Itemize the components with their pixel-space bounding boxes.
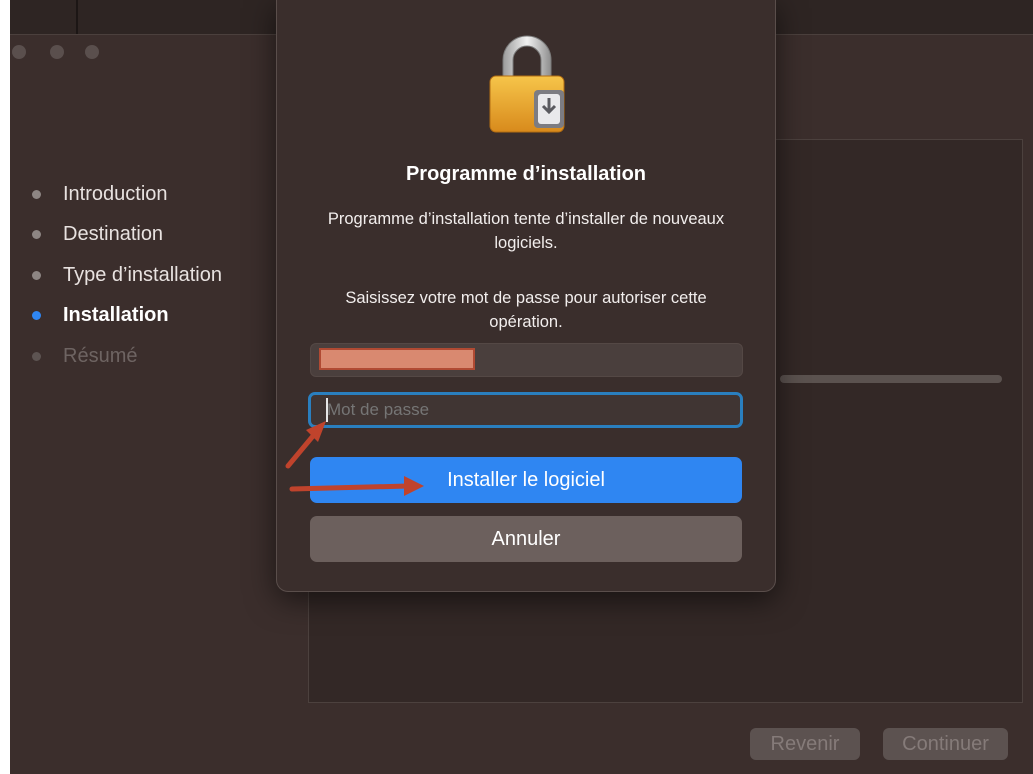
zoom-window-button[interactable] [85,45,99,59]
step-summary: Résumé [32,336,282,377]
authentication-dialog: Programme d’installation Programme d’ins… [276,0,776,592]
step-installation-type: Type d’installation [32,255,282,296]
step-label: Introduction [63,182,168,205]
text-cursor [326,398,328,422]
lock-icon [489,35,565,133]
install-software-button[interactable]: Installer le logiciel [310,457,742,503]
back-button[interactable]: Revenir [750,728,860,760]
redacted-username [319,348,475,370]
continue-button[interactable]: Continuer [883,728,1008,760]
step-dot [32,270,41,280]
installer-steps: Introduction Destination Type d’installa… [32,174,282,377]
step-dot [32,351,41,361]
cancel-button[interactable]: Annuler [310,516,742,562]
installation-progress-bar [780,375,1002,383]
dialog-prompt: Saisissez votre mot de passe pour autori… [345,289,707,331]
step-dot [32,230,41,240]
window-divider [76,0,78,34]
minimize-window-button[interactable] [50,45,64,59]
step-installation: Installation [32,296,282,337]
step-label: Destination [63,223,164,246]
step-introduction: Introduction [32,174,282,215]
step-label: Résumé [63,344,138,367]
dialog-message: Programme d’installation tente d’install… [327,210,725,252]
step-dot [32,189,41,199]
close-window-button[interactable] [12,45,26,59]
dialog-title: Programme d’installation [405,163,647,185]
password-field[interactable] [308,392,743,428]
step-destination: Destination [32,215,282,256]
step-dot-active [32,311,41,321]
username-field[interactable] [310,343,743,377]
step-label: Type d’installation [63,263,222,286]
step-label: Installation [63,304,169,327]
